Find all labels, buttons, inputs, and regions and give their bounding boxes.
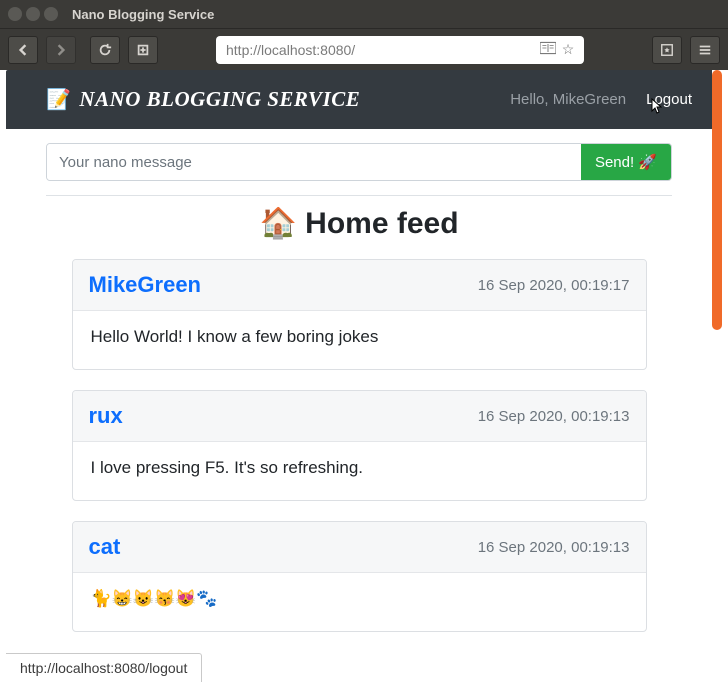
bookmarks-button[interactable] xyxy=(652,36,682,64)
post-card: cat 16 Sep 2020, 00:19:13 🐈😸😺😽😻🐾 xyxy=(72,521,647,632)
scrollbar[interactable] xyxy=(712,70,722,682)
page-viewport: 📝 NANO BLOGGING SERVICE Hello, MikeGreen… xyxy=(6,70,722,682)
divider xyxy=(46,195,672,196)
window-min-icon[interactable] xyxy=(26,7,40,21)
post-body: 🐈😸😺😽😻🐾 xyxy=(73,573,646,631)
post-author-link[interactable]: MikeGreen xyxy=(89,272,202,298)
post-author-link[interactable]: cat xyxy=(89,534,121,560)
app-navbar: 📝 NANO BLOGGING SERVICE Hello, MikeGreen… xyxy=(6,70,712,129)
window-title: Nano Blogging Service xyxy=(72,7,214,22)
window-max-icon[interactable] xyxy=(44,7,58,21)
feed-title: 🏠 Home feed xyxy=(46,206,672,241)
post-timestamp: 16 Sep 2020, 00:19:13 xyxy=(478,408,630,425)
post-timestamp: 16 Sep 2020, 00:19:13 xyxy=(478,539,630,556)
bookmark-star-icon[interactable]: ☆ xyxy=(558,41,578,58)
logout-link[interactable]: Logout xyxy=(646,91,692,108)
url-bar[interactable]: http://localhost:8080/ ☆ xyxy=(216,36,584,64)
post-card: rux 16 Sep 2020, 00:19:13 I love pressin… xyxy=(72,390,647,501)
brand-icon: 📝 xyxy=(46,87,71,112)
compose-input[interactable] xyxy=(47,144,581,180)
nav-forward-button[interactable] xyxy=(46,36,76,64)
os-titlebar: Nano Blogging Service xyxy=(0,0,728,28)
post-card: MikeGreen 16 Sep 2020, 00:19:17 Hello Wo… xyxy=(72,259,647,370)
hamburger-menu-button[interactable] xyxy=(690,36,720,64)
send-label: Send! 🚀 xyxy=(595,153,657,171)
post-timestamp: 16 Sep 2020, 00:19:17 xyxy=(478,277,630,294)
status-bar: http://localhost:8080/logout xyxy=(6,653,202,682)
reload-button[interactable] xyxy=(90,36,120,64)
brand[interactable]: 📝 NANO BLOGGING SERVICE xyxy=(46,87,360,112)
greeting-text: Hello, MikeGreen xyxy=(510,91,626,108)
post-body: I love pressing F5. It's so refreshing. xyxy=(73,442,646,500)
post-body: Hello World! I know a few boring jokes xyxy=(73,311,646,369)
post-author-link[interactable]: rux xyxy=(89,403,123,429)
compose-box: Send! 🚀 xyxy=(46,143,672,181)
nav-back-button[interactable] xyxy=(8,36,38,64)
status-link-text: http://localhost:8080/logout xyxy=(20,660,187,676)
browser-toolbar: http://localhost:8080/ ☆ xyxy=(0,28,728,70)
send-button[interactable]: Send! 🚀 xyxy=(581,144,671,180)
brand-text: NANO BLOGGING SERVICE xyxy=(79,87,360,112)
scrollbar-thumb[interactable] xyxy=(712,70,722,330)
reader-mode-icon[interactable] xyxy=(538,41,558,58)
url-text: http://localhost:8080/ xyxy=(226,42,538,58)
home-button[interactable] xyxy=(128,36,158,64)
window-close-icon[interactable] xyxy=(8,7,22,21)
